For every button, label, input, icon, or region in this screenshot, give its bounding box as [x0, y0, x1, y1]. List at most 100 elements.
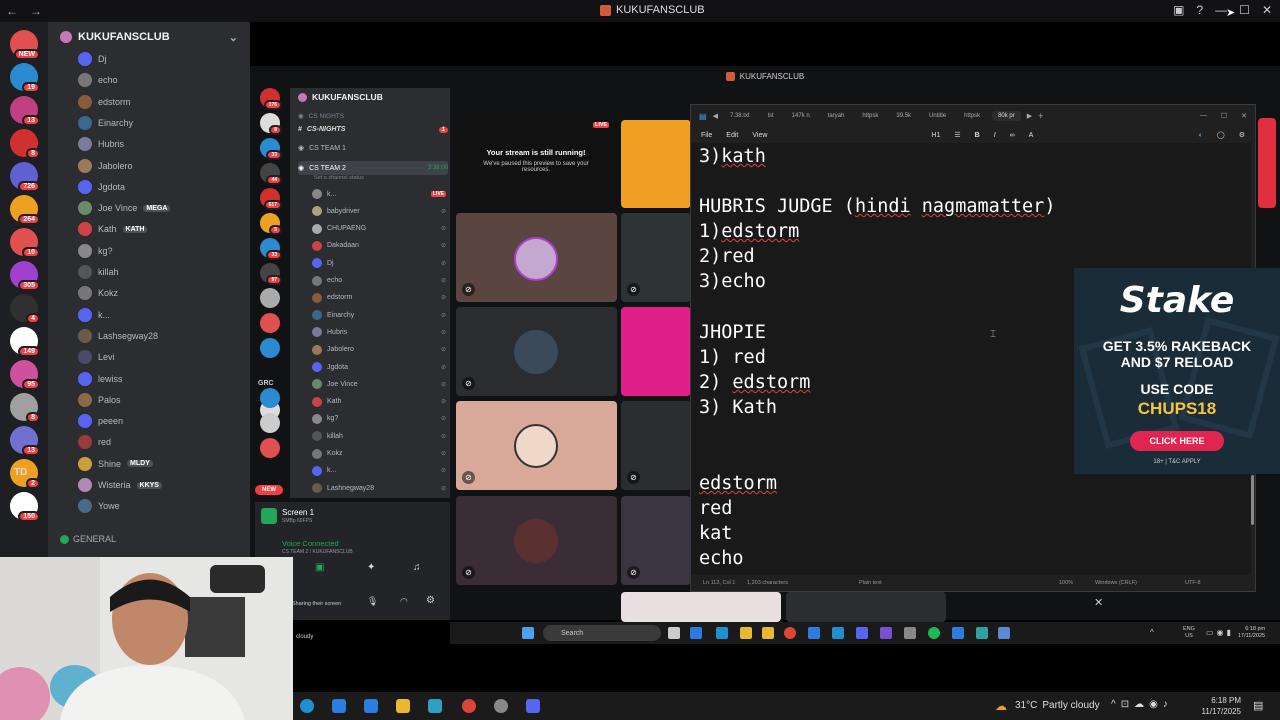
participant-tile[interactable]: ⊘	[621, 496, 691, 585]
voice-member[interactable]: Dakadaan ⊘	[312, 240, 446, 251]
server-icon[interactable]: 10	[10, 228, 40, 258]
chevron-left-icon[interactable]: ◀	[713, 112, 718, 120]
store-icon[interactable]	[332, 699, 346, 713]
server-td[interactable]: TD	[14, 467, 27, 478]
server-icon[interactable]	[260, 438, 280, 458]
forward-icon[interactable]: →	[24, 4, 48, 18]
participant-tile[interactable]: ⊘	[456, 213, 617, 302]
notepad-tab[interactable]: 39.5k	[890, 111, 917, 121]
server-icon[interactable]: 19	[10, 63, 40, 93]
obs-icon[interactable]	[494, 699, 508, 713]
app-icon[interactable]	[690, 627, 702, 639]
notepad-tab[interactable]: taryah	[822, 111, 851, 121]
server-icon[interactable]: 8	[10, 393, 40, 423]
edge-icon[interactable]	[716, 627, 728, 639]
headphones-icon[interactable]: ◠	[400, 596, 408, 607]
system-tray-icons[interactable]: ^⊡☁◉♪	[1111, 699, 1173, 710]
italic-icon[interactable]: I	[994, 132, 996, 139]
notepad-tab[interactable]: lst	[762, 111, 780, 121]
close-button[interactable]: ✕	[1262, 3, 1272, 17]
language-indicator[interactable]: ENG US	[1183, 626, 1195, 640]
app-icon[interactable]	[952, 627, 964, 639]
app-icon[interactable]	[976, 627, 988, 639]
link-icon[interactable]: ∞	[1010, 132, 1015, 139]
heading-dropdown[interactable]: H1	[931, 132, 940, 139]
server-icon[interactable]	[260, 288, 280, 308]
server-icon[interactable]: 13	[10, 426, 40, 456]
back-icon[interactable]: ←	[0, 4, 24, 18]
edge-icon[interactable]	[300, 699, 314, 713]
menu-edit[interactable]: Edit	[726, 132, 738, 139]
voice-member[interactable]: Kokz ⊘	[312, 448, 446, 459]
server-icon[interactable]: 4	[10, 294, 40, 324]
voice-member[interactable]: babydriver ⊘	[312, 206, 446, 217]
close-icon[interactable]: ✕	[1094, 596, 1103, 609]
maximize-button[interactable]: ☐	[1221, 112, 1227, 120]
voice-member[interactable]: kg? ⊘	[312, 413, 446, 424]
participant-tile[interactable]: ⊘	[456, 307, 617, 396]
chrome-icon[interactable]	[784, 627, 796, 639]
account-icon[interactable]: ◯	[1217, 131, 1225, 139]
server-icon[interactable]: 5	[260, 213, 282, 235]
spotify-icon[interactable]	[928, 627, 940, 639]
settings-gear-icon[interactable]: ⚙	[426, 595, 435, 606]
obs-icon[interactable]	[904, 627, 916, 639]
participant-tile[interactable]	[621, 592, 781, 622]
channel-cs-nights[interactable]: # CS-NIGHTS 1	[298, 126, 448, 133]
mic-icon[interactable]: 🎙	[367, 596, 378, 607]
bold-icon[interactable]: B	[975, 132, 980, 139]
discord-icon[interactable]	[856, 627, 868, 639]
category-cs-nights[interactable]: ◉ CS NIGHTS	[298, 112, 448, 121]
new-tab-icon[interactable]: +	[1038, 111, 1043, 121]
participant-tile[interactable]	[786, 592, 946, 622]
menu-file[interactable]: File	[701, 132, 712, 139]
chrome-icon[interactable]	[462, 699, 476, 713]
voice-member[interactable]: k... LIVE	[312, 189, 446, 199]
participant-tile[interactable]: ⊘	[456, 401, 617, 490]
zoom-level[interactable]: 100%	[1059, 580, 1073, 586]
channel-cs-team-2[interactable]: ◉ CS TEAM 2 3:38:00	[298, 161, 448, 175]
taskbar-search[interactable]: Search	[543, 625, 661, 641]
server-icon[interactable]: 33	[260, 238, 282, 260]
windows-start-icon[interactable]	[522, 627, 534, 639]
server-icon[interactable]	[260, 338, 280, 358]
notepad-tab[interactable]: httpsk	[958, 111, 986, 121]
notepad-tab[interactable]: 147k n	[786, 111, 816, 121]
server-icon[interactable]: 95	[10, 360, 40, 390]
notepad-tab[interactable]: httpsk	[856, 111, 884, 121]
server-icon[interactable]: 149	[10, 327, 40, 357]
weather-widget[interactable]: 31°C Partly cloudy	[1015, 700, 1100, 711]
voice-member[interactable]: edstorm ⊘	[312, 292, 446, 303]
channel-status[interactable]: Set a channel status	[314, 175, 464, 181]
server-icon[interactable]	[260, 313, 280, 333]
server-icon[interactable]: 726	[10, 162, 40, 192]
server-icon[interactable]: 8	[10, 129, 40, 159]
category-general[interactable]: GENERAL	[60, 534, 116, 544]
voice-member[interactable]: Einarchy ⊘	[312, 310, 446, 321]
voice-member[interactable]: echo ⊘	[312, 275, 446, 286]
activities-icon[interactable]: ✦	[367, 562, 375, 573]
voice-channel-path[interactable]: CS TEAM 2 / KUKUFANSCLUB	[282, 549, 353, 555]
app-icon[interactable]	[808, 627, 820, 639]
app-icon[interactable]	[832, 627, 844, 639]
voice-member[interactable]: killah ⊘	[312, 431, 446, 442]
voice-member[interactable]: Jabolero ⊘	[312, 344, 446, 355]
voice-member[interactable]: CHUPAENG ⊘	[312, 223, 446, 234]
server-icon[interactable]: 305	[10, 261, 40, 291]
file-explorer-icon[interactable]	[740, 627, 752, 639]
server-icon[interactable]: 8	[260, 113, 282, 135]
server-icon[interactable]: 33	[260, 138, 282, 160]
app-icon[interactable]	[762, 627, 774, 639]
voice-member[interactable]: Dj ⊘	[312, 258, 446, 269]
app-icon[interactable]	[428, 699, 442, 713]
server-icon[interactable]: 176	[260, 88, 282, 110]
server-header[interactable]: KUKUFANSCLUB ⌄	[48, 22, 250, 52]
file-explorer-icon[interactable]	[396, 699, 410, 713]
soundboard-icon[interactable]: ♫	[413, 562, 421, 573]
app-icon[interactable]	[880, 627, 892, 639]
voice-member[interactable]: Hubris ⊘	[312, 327, 446, 338]
voice-member[interactable]: Joe Vince ⊘	[312, 379, 446, 390]
notification-icon[interactable]: ▤	[1253, 699, 1263, 712]
close-button[interactable]: ✕	[1241, 112, 1247, 120]
menu-view[interactable]: View	[752, 132, 767, 139]
